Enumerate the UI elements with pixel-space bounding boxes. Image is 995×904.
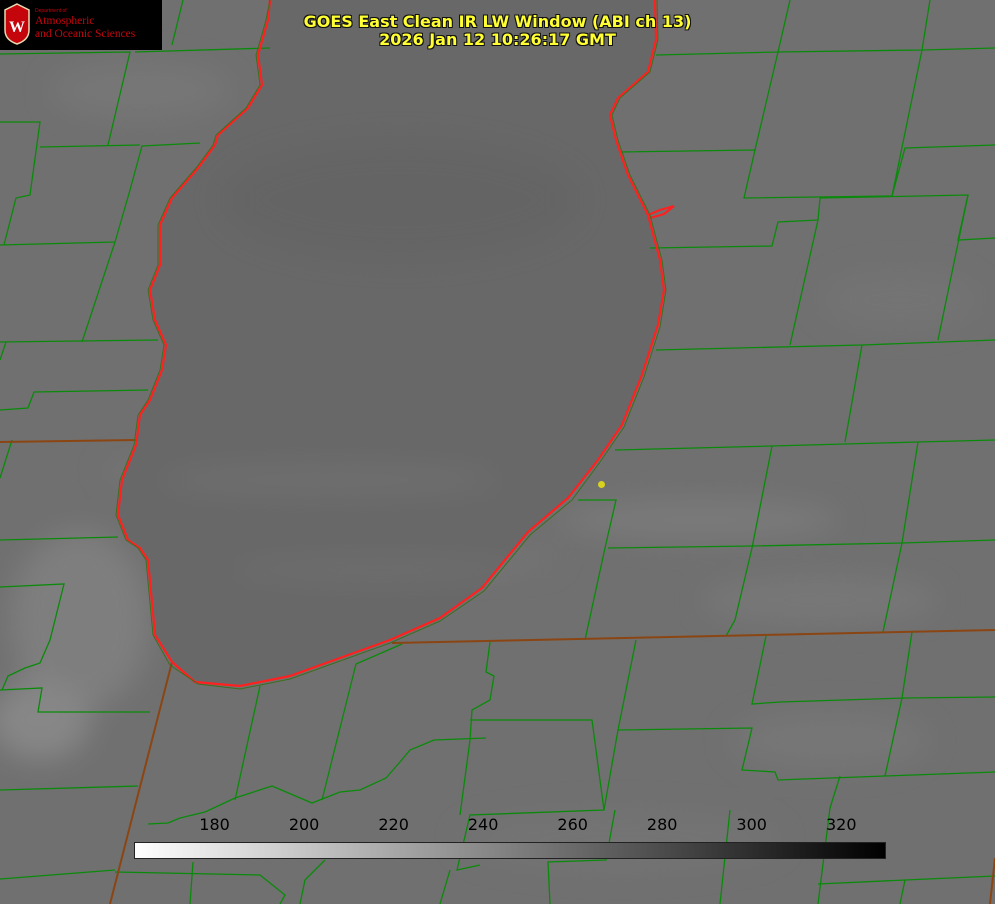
logo-name-line1: Atmospheric — [35, 15, 95, 27]
colorbar-tick-label: 220 — [378, 815, 409, 834]
colorbar-tick-label: 320 — [825, 815, 857, 834]
logo-department: Department of — [35, 8, 67, 14]
colorbar-tick-label: 260 — [557, 815, 588, 834]
colorbar-gradient — [134, 842, 886, 859]
colorbar-tick-label: 240 — [467, 815, 499, 834]
colorbar-tick-label: 300 — [736, 815, 767, 834]
svg-text:W: W — [9, 19, 25, 36]
colorbar-legend: 180 200 220 240 260 280 300 320 — [0, 810, 995, 870]
satellite-map: GOES East Clean IR LW Window (ABI ch 13)… — [0, 0, 995, 904]
uw-aos-logo: W Department of Atmospheric and Oceanic … — [0, 0, 162, 50]
ir-imagery — [0, 0, 995, 904]
colorbar-tick-label: 280 — [646, 815, 678, 834]
uw-seal-icon: W — [4, 3, 30, 45]
colorbar-tick-label: 180 — [199, 815, 230, 834]
colorbar-tick-label: 200 — [288, 815, 320, 834]
location-marker — [598, 481, 605, 488]
logo-name-line2: and Oceanic Sciences — [35, 28, 136, 40]
